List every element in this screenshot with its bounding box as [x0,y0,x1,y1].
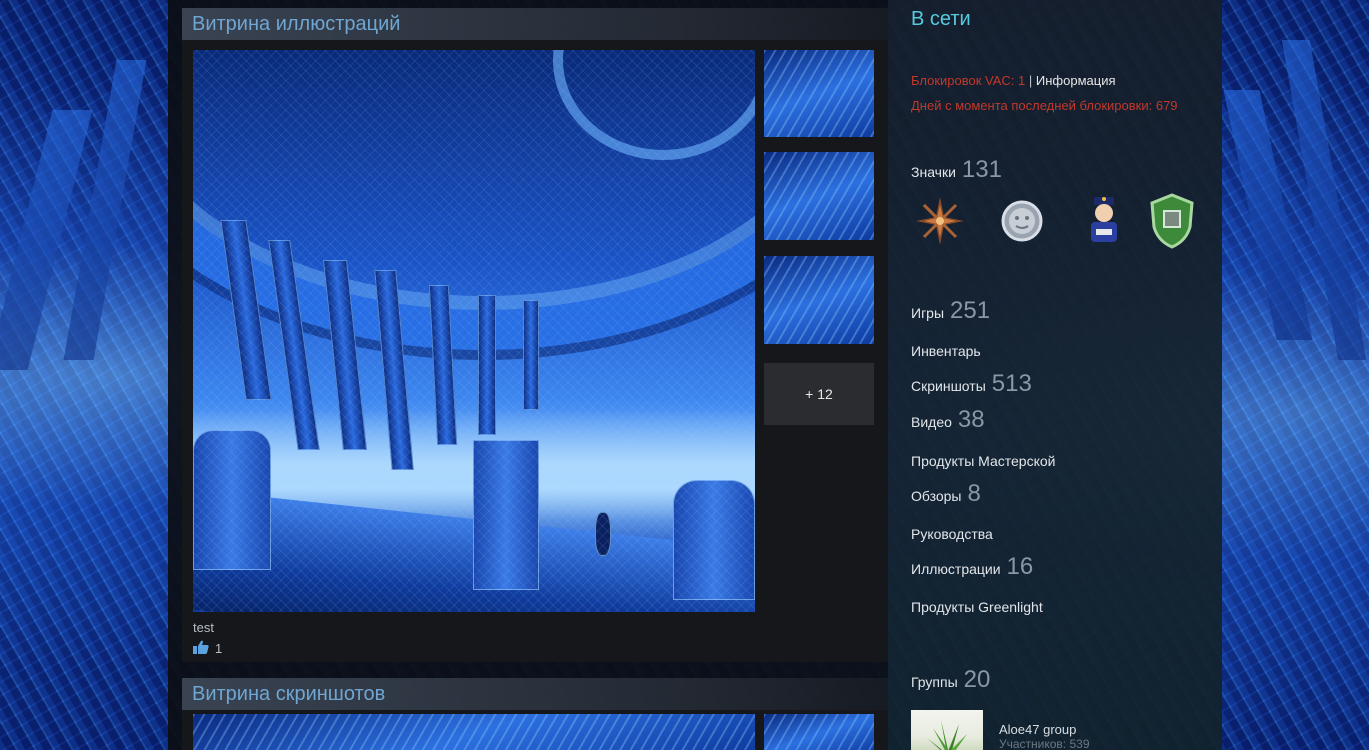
likes-count: 1 [215,641,223,656]
artwork-link[interactable]: Иллюстрации 16 [911,553,1033,581]
artwork-texture [193,50,755,612]
green-shield-badge-icon[interactable] [1145,193,1199,249]
groups-label: Группы [911,674,958,690]
groups-count: 20 [963,666,991,693]
screenshot-showcase: Витрина скриншотов [182,678,888,750]
artwork-count: 16 [1006,553,1034,580]
more-artwork-button[interactable]: + 12 [764,363,874,425]
badges-link[interactable]: Значки 131 [911,156,1002,184]
group-members: Участников: 539 [999,737,1090,750]
showcase-body: + 12 test 1 [182,40,888,662]
screenshots-count: 513 [991,370,1032,397]
videos-link[interactable]: Видео 38 [911,406,985,434]
games-count: 251 [950,297,991,324]
vac-separator: | [1028,73,1033,88]
illustration-showcase: Витрина иллюстраций + 12 test 1 [182,8,888,662]
inventory-link[interactable]: Инвентарь [911,343,981,359]
thumbs-up-icon[interactable] [193,640,209,657]
vac-days-since: Дней с момента последней блокировки: 679 [911,98,1178,113]
artwork-likes[interactable]: 1 [193,640,222,657]
guides-link[interactable]: Руководства [911,526,993,542]
badges-count: 131 [961,156,1002,183]
guides-label: Руководства [911,526,993,542]
inventory-label: Инвентарь [911,343,981,359]
vac-ban-line: Блокировок VAC: 1 | Информация [911,73,1116,88]
group-item[interactable]: Aloe47 group Участников: 539 [911,710,1090,750]
screenshots-link[interactable]: Скриншоты 513 [911,370,1032,398]
games-label: Игры [911,305,945,321]
workshop-link[interactable]: Продукты Мастерской [911,453,1055,469]
workshop-label: Продукты Мастерской [911,453,1056,469]
screenshot-thumbnail[interactable] [764,714,874,750]
showcase-title: Витрина скриншотов [182,678,888,710]
online-status: В сети [911,8,971,30]
background-block [63,60,147,360]
showcase-body [182,710,888,750]
police-officer-badge-icon[interactable] [1077,193,1131,249]
artwork-thumbnail[interactable] [764,152,874,240]
screenshots-label: Скриншоты [911,378,986,394]
moon-badge-icon[interactable] [995,193,1049,249]
badges-label: Значки [911,164,956,180]
games-link[interactable]: Игры 251 [911,297,990,325]
artwork-label: Иллюстрации [911,561,1001,577]
videos-count: 38 [957,406,985,433]
groups-link[interactable]: Группы 20 [911,666,990,694]
vac-info-link[interactable]: Информация [1036,73,1116,88]
screenshot-main[interactable] [193,714,755,750]
badge-list [913,193,1203,253]
group-avatar[interactable] [911,710,983,750]
reviews-label: Обзоры [911,488,962,504]
group-name[interactable]: Aloe47 group [999,722,1090,737]
reviews-count: 8 [967,480,981,507]
group-info: Aloe47 group Участников: 539 [999,710,1090,750]
artwork-caption: test [193,620,214,635]
videos-label: Видео [911,414,952,430]
greenlight-link[interactable]: Продукты Greenlight [911,599,1043,615]
vac-ban-count: Блокировок VAC: 1 [911,73,1026,88]
artwork-thumbnail[interactable] [764,50,874,137]
artwork-thumbnail[interactable] [764,256,874,344]
reviews-link[interactable]: Обзоры 8 [911,480,981,508]
compass-star-badge-icon[interactable] [913,193,967,249]
greenlight-label: Продукты Greenlight [911,599,1043,615]
featured-artwork[interactable] [193,50,755,612]
showcase-title: Витрина иллюстраций [182,8,888,40]
